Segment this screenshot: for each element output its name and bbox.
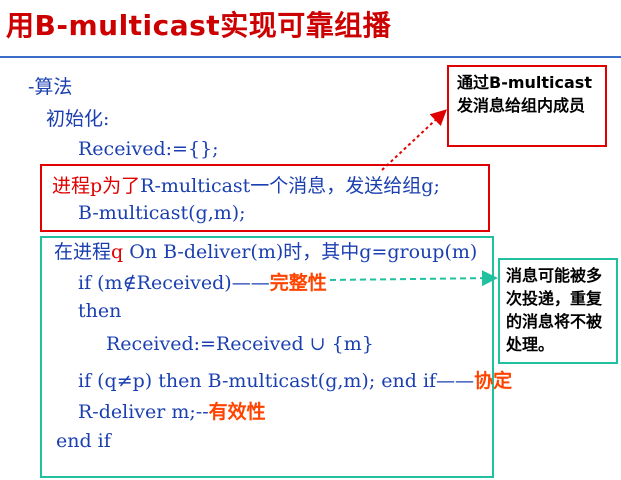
arrow-top <box>381 109 447 171</box>
connector-lines <box>329 109 498 287</box>
arrow-right <box>329 270 498 287</box>
